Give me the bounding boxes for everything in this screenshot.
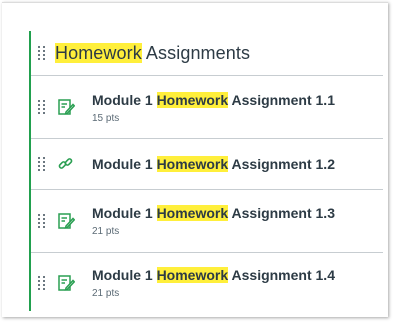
item-title-rest: Assignment 1.3 <box>228 205 336 221</box>
module-panel: Homework Assignments Module 1 Homework A… <box>2 2 388 317</box>
module-item[interactable]: Module 1 Homework Assignment 1.4 21 pts <box>31 253 383 313</box>
module-title: Homework Assignments <box>55 42 251 64</box>
drag-handle-icon[interactable] <box>37 274 47 292</box>
link-icon <box>57 155 75 173</box>
item-title[interactable]: Module 1 Homework Assignment 1.3 <box>92 205 335 221</box>
drag-handle-icon[interactable] <box>37 212 47 230</box>
drag-handle-icon[interactable] <box>37 44 47 62</box>
item-points: 15 pts <box>92 113 120 124</box>
search-highlight: Homework <box>156 156 229 172</box>
search-highlight: Homework <box>156 92 229 108</box>
assignment-icon <box>57 98 76 116</box>
module-item[interactable]: Module 1 Homework Assignment 1.3 21 pts <box>31 190 383 253</box>
module-item[interactable]: Module 1 Homework Assignment 1.2 <box>31 139 383 190</box>
module-title-rest: Assignments <box>141 42 251 63</box>
item-title-prefix: Module 1 <box>92 267 157 283</box>
assignment-icon <box>57 212 76 230</box>
item-title-rest: Assignment 1.1 <box>228 92 336 108</box>
assignment-icon <box>57 274 76 292</box>
item-title-prefix: Module 1 <box>92 205 157 221</box>
search-highlight: Homework <box>55 42 142 63</box>
module-header[interactable]: Homework Assignments <box>31 31 383 76</box>
drag-handle-icon[interactable] <box>37 155 47 173</box>
item-title-prefix: Module 1 <box>92 92 157 108</box>
item-title-rest: Assignment 1.2 <box>228 156 336 172</box>
search-highlight: Homework <box>156 205 229 221</box>
item-points: 21 pts <box>92 226 120 237</box>
item-title-rest: Assignment 1.4 <box>228 267 336 283</box>
drag-handle-icon[interactable] <box>37 98 47 116</box>
item-title[interactable]: Module 1 Homework Assignment 1.2 <box>92 156 335 172</box>
item-points: 21 pts <box>92 288 120 299</box>
module-item[interactable]: Module 1 Homework Assignment 1.1 15 pts <box>31 76 383 139</box>
item-title-prefix: Module 1 <box>92 156 157 172</box>
item-title[interactable]: Module 1 Homework Assignment 1.1 <box>92 92 335 108</box>
search-highlight: Homework <box>156 267 229 283</box>
item-title[interactable]: Module 1 Homework Assignment 1.4 <box>92 267 335 283</box>
